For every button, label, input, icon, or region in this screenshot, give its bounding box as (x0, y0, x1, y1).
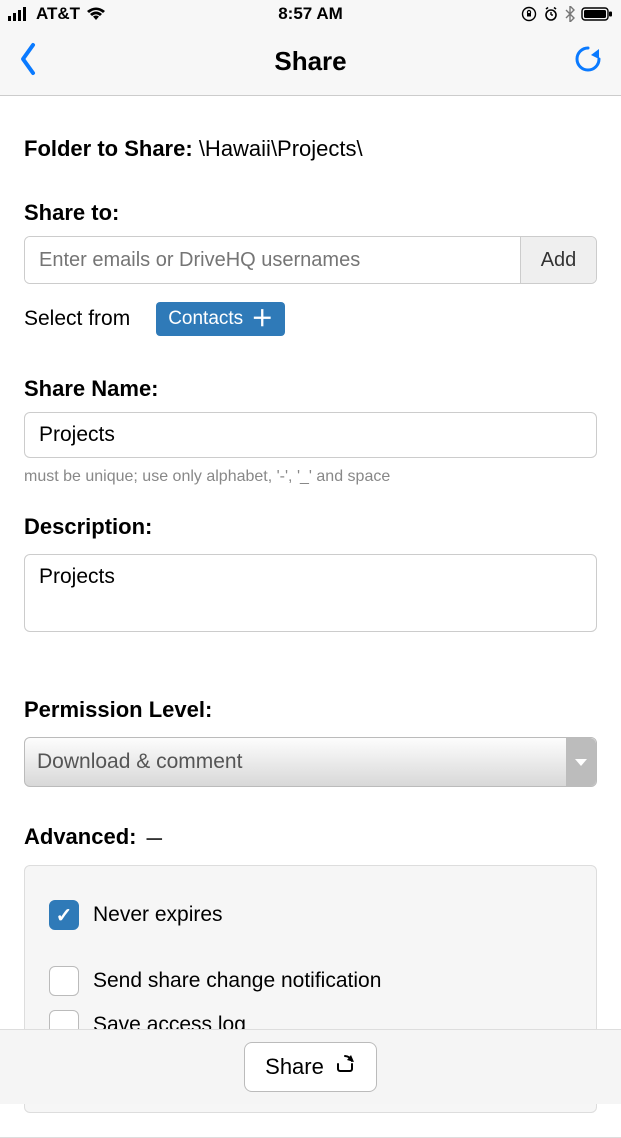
share-to-input[interactable] (25, 237, 520, 283)
page-title: Share (0, 46, 621, 77)
chevron-down-icon (566, 738, 596, 786)
description-label: Description: (24, 514, 597, 540)
footer-bar: Share (0, 1029, 621, 1104)
status-bar: AT&T 8:57 AM (0, 0, 621, 28)
share-to-label: Share to: (24, 200, 597, 226)
bluetooth-icon (565, 6, 575, 22)
share-button[interactable]: Share (244, 1042, 377, 1092)
folder-path-row: Folder to Share: \Hawaii\Projects\ (24, 136, 597, 162)
permission-select[interactable]: Download & comment (24, 737, 597, 787)
share-name-label: Share Name: (24, 376, 597, 402)
permission-selected: Download & comment (37, 750, 242, 774)
refresh-button[interactable] (573, 44, 603, 79)
permission-label: Permission Level: (24, 697, 597, 723)
back-button[interactable] (18, 41, 38, 82)
share-name-hint: must be unique; use only alphabet, '-', … (24, 468, 597, 486)
add-button[interactable]: Add (520, 237, 596, 283)
carrier-label: AT&T (36, 4, 80, 24)
plus-icon: ＋ (251, 308, 273, 330)
wifi-icon (86, 7, 106, 21)
send-notification-checkbox[interactable] (49, 966, 79, 996)
share-name-input[interactable] (24, 412, 597, 458)
advanced-toggle[interactable]: – (146, 823, 162, 851)
alarm-icon (543, 6, 559, 22)
never-expires-label: Never expires (93, 903, 223, 927)
never-expires-checkbox[interactable] (49, 900, 79, 930)
advanced-label: Advanced: (24, 824, 136, 850)
folder-path: \Hawaii\Projects\ (199, 136, 363, 161)
folder-label: Folder to Share: (24, 136, 193, 161)
description-input[interactable] (24, 554, 597, 632)
share-form: Folder to Share: \Hawaii\Projects\ Share… (0, 96, 621, 1138)
share-button-label: Share (265, 1054, 324, 1080)
battery-icon (581, 7, 613, 21)
orientation-lock-icon (521, 6, 537, 22)
select-from-label: Select from (24, 307, 130, 331)
signal-icon (8, 7, 30, 21)
contacts-button[interactable]: Contacts ＋ (156, 302, 285, 336)
share-icon (334, 1053, 356, 1081)
share-to-input-row: Add (24, 236, 597, 284)
contacts-button-label: Contacts (168, 308, 243, 330)
nav-bar: Share (0, 28, 621, 96)
send-notification-label: Send share change notification (93, 969, 381, 993)
